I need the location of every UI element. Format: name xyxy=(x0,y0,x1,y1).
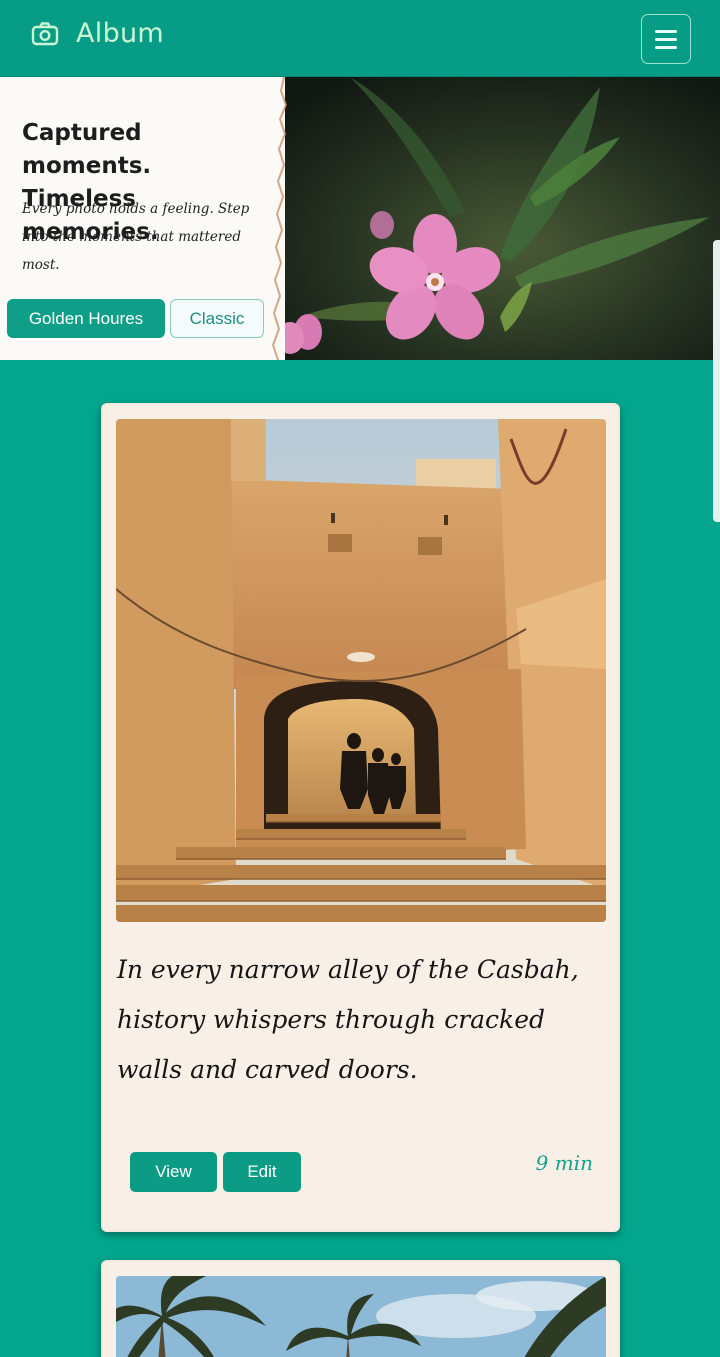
view-button[interactable]: View xyxy=(130,1152,217,1192)
golden-hours-button[interactable]: Golden Houres xyxy=(7,299,165,338)
photo-card: In every narrow alley of the Casbah, his… xyxy=(101,403,620,1232)
brand-title: Album xyxy=(76,18,165,49)
read-time: 9 min xyxy=(535,1151,593,1175)
hero-banner: Captured moments. Timeless memories. Eve… xyxy=(0,77,720,360)
hero-text-panel: Captured moments. Timeless memories. Eve… xyxy=(0,77,285,360)
page-scrollbar[interactable] xyxy=(713,240,720,522)
casbah-alley-arch-photo xyxy=(116,419,606,922)
classic-button[interactable]: Classic xyxy=(170,299,264,338)
edit-button[interactable]: Edit xyxy=(223,1152,301,1192)
card-caption: In every narrow alley of the Casbah, his… xyxy=(117,955,579,1084)
hamburger-menu-icon xyxy=(655,29,677,33)
menu-toggle-button[interactable] xyxy=(641,14,691,64)
hero-subtitle: Every photo holds a feeling. Step into t… xyxy=(22,201,250,273)
brand[interactable]: Album xyxy=(30,18,164,49)
torn-paper-edge xyxy=(272,77,288,360)
navbar: Album xyxy=(0,0,720,77)
pink-flower-photo xyxy=(270,77,720,360)
camera-icon xyxy=(31,21,59,45)
photo-card xyxy=(101,1260,620,1357)
palm-trees-sky-photo xyxy=(116,1276,606,1357)
